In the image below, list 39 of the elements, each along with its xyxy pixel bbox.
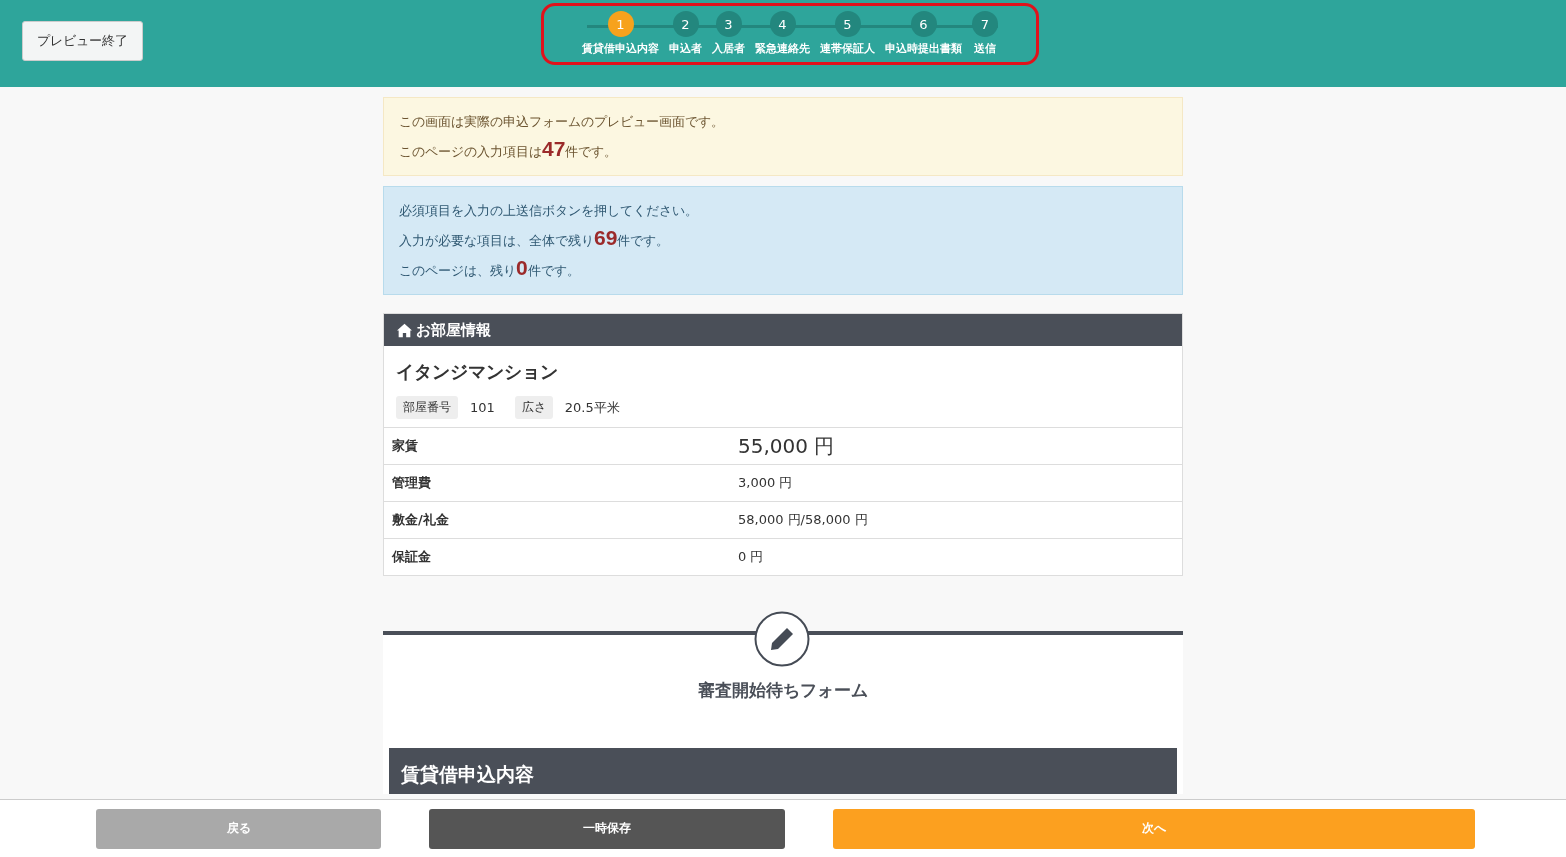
home-icon	[396, 322, 413, 338]
notice-text: このページは、残り 0件です。	[399, 255, 581, 281]
step-label[interactable]: 申込者	[669, 42, 702, 56]
notice-text: 入力が必要な項目は、全体で残り 69件です。	[399, 225, 671, 251]
step-label[interactable]: 緊急連絡先	[755, 42, 810, 56]
building-name: イタンジマンション	[396, 360, 559, 384]
save-button[interactable]: 一時保存	[429, 808, 785, 849]
step-number[interactable]: 5	[834, 11, 861, 37]
tag-value: 101	[470, 400, 495, 415]
step-number[interactable]: 6	[910, 11, 937, 37]
tag-value: 20.5平米	[564, 398, 620, 417]
section-title: 賃貸借申込内容	[401, 763, 534, 785]
table-cell: 0 円	[738, 548, 764, 566]
table-cell-text: 管理費	[391, 474, 432, 492]
step-number[interactable]: 3	[715, 11, 742, 37]
next-button[interactable]: 次へ	[833, 808, 1475, 849]
table-cell: 55,000 円	[738, 432, 835, 460]
tag-label: 部屋番号	[396, 396, 458, 419]
tag-label: 広さ	[514, 396, 553, 419]
step-label[interactable]: 連帯保証人	[820, 42, 875, 56]
card-title: お部屋情報	[416, 320, 491, 340]
table-cell: 58,000 円/58,000 円	[738, 511, 868, 529]
notice-text: このページの入力項目は47件です。	[399, 136, 619, 162]
notice-text: この画面は実際の申込フォームのプレビュー画面です。	[399, 113, 725, 131]
form-title: 審査開始待ちフォーム	[698, 679, 868, 702]
step-number[interactable]: 1	[607, 11, 634, 37]
step-number[interactable]: 4	[769, 11, 796, 37]
notice-text: 必須項目を入力の上送信ボタンを押してください。	[399, 202, 699, 220]
table-cell-text: 保証金	[390, 548, 432, 566]
table-cell-text: 敷金/礼金	[391, 511, 450, 529]
step-label[interactable]: 入居者	[712, 42, 745, 56]
step-label[interactable]: 申込時提出書類	[885, 42, 962, 56]
exit-preview-button[interactable]: プレビュー終了	[22, 21, 143, 61]
step-label[interactable]: 賃貸借申込内容	[582, 42, 659, 56]
table-cell-text: 家賃	[391, 437, 419, 455]
table-cell: 3,000 円	[738, 474, 793, 492]
step-number[interactable]: 2	[672, 11, 699, 37]
step-number[interactable]: 7	[972, 11, 998, 37]
step-label[interactable]: 送信	[974, 42, 996, 56]
